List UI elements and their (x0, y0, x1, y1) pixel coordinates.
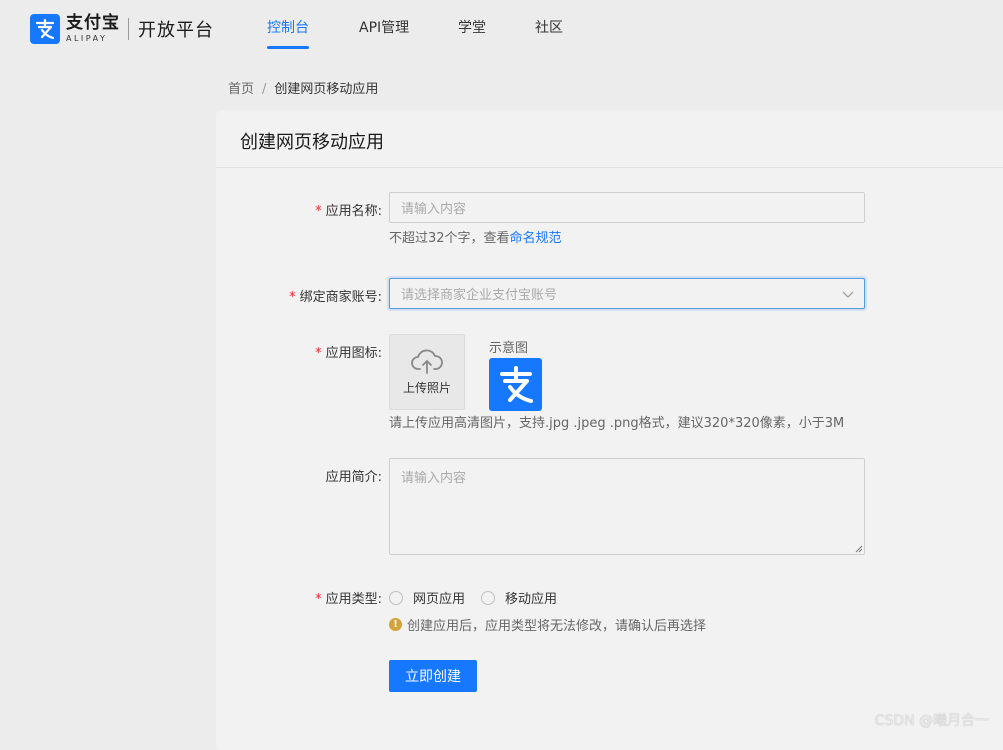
create-app-card: 创建网页移动应用 * 应用名称: 请输入内容 不超过32个字，查看命名规范 * 绑定… (216, 110, 1003, 750)
nav-console-label: 控制台 (267, 20, 309, 36)
app-type-label-text: 应用类型: (325, 592, 382, 607)
app-type-radio-group: 网页应用 移动应用 (389, 588, 573, 607)
create-now-button[interactable]: 立即创建 (389, 660, 477, 692)
app-icon-label-text: 应用图标: (325, 346, 382, 361)
merchant-placeholder: 请选择商家企业支付宝账号 (401, 288, 558, 303)
app-name-helper: 不超过32个字，查看命名规范 (389, 227, 562, 246)
nav-console[interactable]: 控制台 (267, 17, 309, 49)
logo-cn: 支付宝 (66, 13, 120, 33)
required-mark: * (315, 346, 322, 361)
logo-en: ALIPAY (66, 34, 108, 43)
resize-grip-icon[interactable] (855, 545, 863, 553)
chevron-down-icon (842, 291, 854, 298)
app-intro-textarea[interactable]: 请输入内容 (389, 458, 865, 555)
required-mark: * (315, 204, 322, 219)
nav-api-label: API管理 (359, 20, 410, 36)
required-mark: * (289, 290, 296, 305)
nav-academy[interactable]: 学堂 (458, 17, 486, 37)
upload-photo-button[interactable]: 上传照片 (389, 334, 465, 410)
icon-helper: 请上传应用高清图片，支持.jpg .jpeg .png格式，建议320*320像… (389, 416, 845, 431)
merchant-select[interactable]: 请选择商家企业支付宝账号 (389, 278, 865, 309)
app-name-placeholder: 请输入内容 (401, 202, 467, 217)
radio-mobile-app-label: 移动应用 (505, 592, 558, 607)
alipay-logo-icon (30, 14, 60, 44)
cloud-upload-icon (411, 349, 443, 374)
nav-academy-label: 学堂 (458, 20, 486, 36)
app-name-label-text: 应用名称: (325, 204, 382, 219)
app-intro-label: 应用简介: (222, 466, 382, 485)
logo[interactable]: 支付宝 ALIPAY 开放平台 (30, 14, 214, 44)
radio-circle[interactable] (389, 590, 403, 605)
nav-api[interactable]: API管理 (359, 17, 409, 37)
nav-community-label: 社区 (535, 20, 563, 36)
top-nav: 支付宝 ALIPAY 开放平台 控制台 API管理 学堂 社区 (0, 0, 1003, 56)
nav-community[interactable]: 社区 (535, 17, 563, 37)
breadcrumb-separator: / (262, 82, 267, 97)
naming-rules-link[interactable]: 命名规范 (510, 231, 562, 246)
app-intro-label-text: 应用简介: (325, 470, 382, 485)
nav-active-indicator (267, 46, 309, 49)
breadcrumb-current: 创建网页移动应用 (274, 82, 379, 97)
upload-photo-label: 上传照片 (402, 380, 451, 395)
platform-title: 开放平台 (138, 20, 214, 41)
logo-divider (128, 18, 129, 40)
radio-web-app[interactable]: 网页应用 (389, 588, 465, 607)
breadcrumb-home[interactable]: 首页 (228, 82, 254, 97)
card-divider (216, 167, 1003, 168)
app-icon-label: * 应用图标: (222, 342, 382, 361)
breadcrumb: 首页 / 创建网页移动应用 (228, 78, 378, 97)
radio-web-app-label: 网页应用 (413, 592, 466, 607)
app-name-label: * 应用名称: (222, 200, 382, 219)
app-type-warning-text: 创建应用后，应用类型将无法修改，请确认后再选择 (407, 619, 707, 634)
app-type-warning: ! 创建应用后，应用类型将无法修改，请确认后再选择 (389, 615, 706, 634)
watermark: CSDN @曦月合一 (874, 713, 989, 729)
app-intro-placeholder: 请输入内容 (401, 471, 467, 486)
alipay-sample-icon (489, 358, 542, 411)
radio-circle[interactable] (481, 590, 496, 605)
radio-mobile-app[interactable]: 移动应用 (481, 588, 557, 607)
page-title: 创建网页移动应用 (240, 132, 384, 153)
merchant-label: * 绑定商家账号: (222, 286, 382, 305)
app-name-input[interactable]: 请输入内容 (389, 192, 865, 223)
logo-text: 支付宝 ALIPAY (66, 15, 120, 43)
app-name-helper-text: 不超过32个字，查看 (389, 231, 510, 246)
app-type-label: * 应用类型: (222, 588, 382, 607)
exclamation-circle-icon: ! (389, 618, 402, 631)
preview-label: 示意图 (489, 341, 529, 356)
required-mark: * (315, 592, 322, 607)
merchant-label-text: 绑定商家账号: (299, 290, 382, 305)
